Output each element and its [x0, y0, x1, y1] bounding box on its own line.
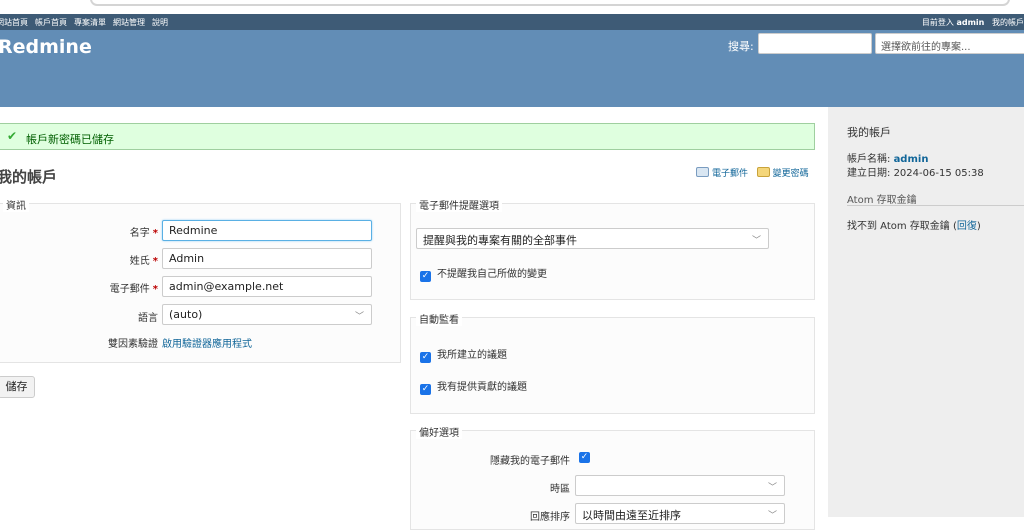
timezone-label: 時區	[550, 484, 570, 495]
no-self-notified-row[interactable]: ✓ 不提醒我自己所做的變更	[420, 265, 547, 282]
auto-watch-fieldset	[410, 317, 815, 414]
no-self-notified-label: 不提醒我自己所做的變更	[437, 269, 547, 280]
notification-value: 提醒與我的專案有關的全部事件	[423, 234, 577, 247]
project-jump-box[interactable]: 選擇欲前往的專案...	[875, 33, 1024, 54]
top-menu-right: 目前登入 admin 我的帳戶	[922, 17, 1024, 28]
chevron-down-icon: ﹀	[767, 511, 777, 521]
firstname-input[interactable]: Redmine	[162, 220, 372, 241]
chevron-down-icon: ﹀	[354, 312, 364, 322]
email-label: 電子郵件 *	[80, 280, 158, 295]
checkmark-icon: ✔	[7, 129, 18, 143]
email-link-label: 電子郵件	[712, 169, 749, 179]
lastname-label-text: 姓氏	[129, 256, 150, 267]
preferences-legend: 偏好選項	[416, 424, 462, 439]
sidebar: 我的帳戶 帳戶名稱: admin 建立日期: 2024-06-15 05:38 …	[828, 107, 1024, 517]
logged-in-label: 目前登入	[921, 18, 954, 27]
language-label: 語言	[138, 313, 158, 324]
required-mark: *	[152, 256, 158, 267]
top-menu-help[interactable]: 說明	[152, 18, 168, 27]
sidebar-atom-close: )	[976, 221, 981, 232]
firstname-label: 名字 *	[100, 224, 158, 239]
auto-watch-legend: 自動監看	[416, 311, 462, 326]
hide-mail-checkbox[interactable]: ✓	[579, 452, 590, 463]
browser-address-pill	[90, 0, 1010, 6]
comments-order-select[interactable]: 以時間由遠至近排序 ﹀	[575, 503, 785, 524]
auto-watch-contributed-row[interactable]: ✓ 我有提供貢獻的議題	[420, 378, 527, 395]
logged-in-user[interactable]: admin	[956, 18, 984, 27]
email-icon	[696, 167, 709, 177]
top-menu-my-page[interactable]: 帳戶首頁	[35, 18, 67, 27]
firstname-label-text: 名字	[129, 228, 150, 239]
my-account-link[interactable]: 我的帳戶	[992, 18, 1024, 27]
language-value: (auto)	[169, 308, 203, 321]
contextual-links: 電子郵件 變更密碼	[696, 166, 809, 179]
lastname-input[interactable]: Admin	[162, 248, 372, 269]
top-menu-home[interactable]: 網站首頁	[0, 18, 28, 27]
chevron-down-icon: ﹀	[767, 483, 777, 493]
top-menu-left: 網站首頁帳戶首頁專案清單網站管理說明	[0, 17, 175, 28]
language-select[interactable]: (auto) ﹀	[162, 304, 372, 325]
change-password-link[interactable]: 變更密碼	[756, 167, 809, 179]
twofa-link[interactable]: 啟用驗證器應用程式	[162, 335, 252, 350]
top-menu-projects[interactable]: 專案清單	[74, 18, 106, 27]
app-title: Redmine	[0, 36, 92, 58]
sidebar-created-value: 2024-06-15 05:38	[893, 168, 984, 179]
top-menu-administration[interactable]: 網站管理	[113, 18, 145, 27]
header: Redmine 搜尋: 選擇欲前往的專案...	[0, 30, 1024, 107]
comments-order-label: 回應排序	[530, 512, 570, 523]
notifications-fieldset	[410, 203, 815, 300]
required-mark: *	[152, 284, 158, 295]
info-legend: 資訊	[3, 197, 29, 212]
hide-mail-label: 隱藏我的電子郵件	[490, 456, 570, 467]
search-label: 搜尋:	[728, 40, 754, 53]
checkbox-checked-icon[interactable]: ✓	[420, 271, 431, 282]
email-input[interactable]: admin@example.net	[162, 276, 372, 297]
sidebar-atom-message: 找不到 Atom 存取金鑰 (	[847, 221, 957, 232]
timezone-select[interactable]: ﹀	[575, 475, 785, 496]
save-button[interactable]: 儲存	[0, 376, 35, 398]
auto-watch-contributed-label: 我有提供貢獻的議題	[437, 382, 527, 393]
sidebar-atom-text: 找不到 Atom 存取金鑰 (回復)	[847, 217, 981, 232]
browser-bar	[0, 0, 1024, 14]
flash-text: 帳戶新密碼已儲存	[26, 133, 114, 146]
auto-watch-created-row[interactable]: ✓ 我所建立的議題	[420, 346, 507, 363]
sidebar-login: 帳戶名稱: admin	[847, 150, 928, 165]
page-title: 我的帳戶	[0, 168, 58, 186]
change-password-label: 變更密碼	[772, 169, 809, 179]
atom-reset-link[interactable]: 回復	[957, 221, 977, 232]
notifications-legend: 電子郵件提醒選項	[416, 197, 502, 212]
sidebar-created-label: 建立日期:	[847, 168, 891, 179]
top-menu: 網站首頁帳戶首頁專案清單網站管理說明 目前登入 admin 我的帳戶	[0, 14, 1024, 30]
key-icon	[756, 167, 770, 177]
flash-notice: ✔ 帳戶新密碼已儲存	[0, 123, 815, 150]
comments-order-value: 以時間由遠至近排序	[582, 509, 681, 522]
sidebar-title: 我的帳戶	[847, 126, 891, 139]
chevron-down-icon: ﹀	[751, 236, 761, 246]
sidebar-atom-title: Atom 存取金鑰	[847, 195, 917, 206]
email-link[interactable]: 電子郵件	[696, 167, 749, 179]
notification-select[interactable]: 提醒與我的專案有關的全部事件 ﹀	[416, 228, 769, 249]
email-label-text: 電子郵件	[109, 284, 150, 295]
checkbox-checked-icon[interactable]: ✓	[420, 352, 431, 363]
required-mark: *	[152, 228, 158, 239]
search-input[interactable]	[758, 33, 872, 54]
checkbox-checked-icon[interactable]: ✓	[420, 384, 431, 395]
lastname-label: 姓氏 *	[100, 252, 158, 267]
sidebar-created: 建立日期: 2024-06-15 05:38	[847, 164, 984, 179]
auto-watch-created-label: 我所建立的議題	[437, 350, 507, 361]
sidebar-divider	[847, 205, 1024, 206]
twofa-label: 雙因素驗證	[108, 339, 158, 350]
